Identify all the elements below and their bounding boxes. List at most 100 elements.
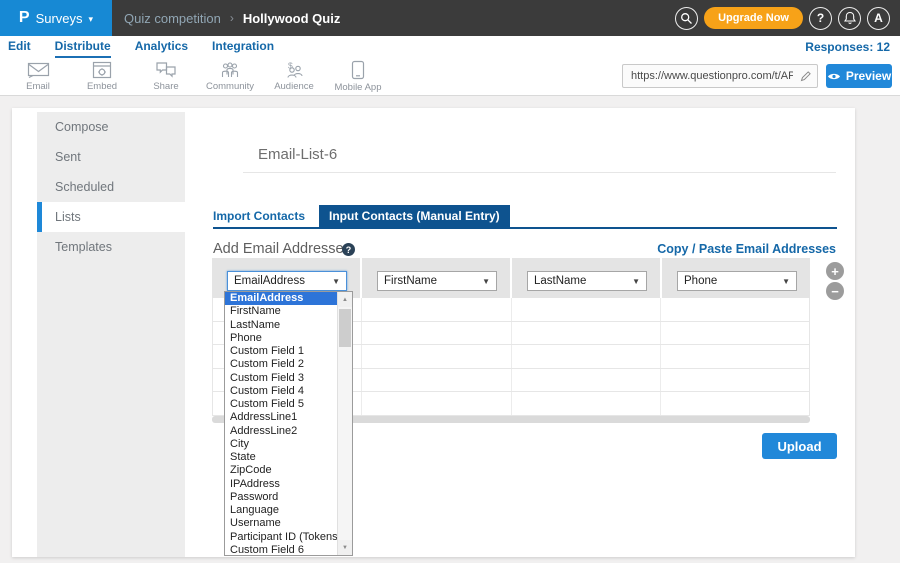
pencil-icon bbox=[800, 70, 812, 82]
upload-button[interactable]: Upload bbox=[762, 433, 837, 459]
dropdown-option[interactable]: Custom Field 4 bbox=[225, 385, 337, 398]
dropdown-option[interactable]: FirstName bbox=[225, 305, 337, 318]
channel-share-button[interactable]: Share bbox=[134, 58, 198, 95]
sidebar-item-scheduled[interactable]: Scheduled bbox=[37, 172, 185, 202]
select-caret-icon: ▼ bbox=[328, 277, 340, 286]
dropdown-option[interactable]: AddressLine2 bbox=[225, 425, 337, 438]
channel-label: Share bbox=[153, 81, 178, 92]
survey-url-box bbox=[622, 64, 818, 88]
sidebar-item-lists[interactable]: Lists bbox=[37, 202, 185, 232]
channel-mobile-app-button[interactable]: Mobile App bbox=[326, 58, 390, 95]
channel-label: Community bbox=[206, 81, 254, 92]
channel-community-button[interactable]: Community bbox=[198, 58, 262, 95]
entry-cell[interactable] bbox=[512, 369, 661, 392]
help-button[interactable]: ? bbox=[809, 7, 832, 30]
upgrade-now-button[interactable]: Upgrade Now bbox=[704, 7, 803, 29]
remove-row-button[interactable]: − bbox=[826, 282, 844, 300]
column-select-first-name[interactable]: FirstName ▼ bbox=[377, 271, 497, 291]
dropdown-option[interactable]: IPAddress bbox=[225, 478, 337, 491]
channel-label: Audience bbox=[274, 81, 314, 92]
share-icon bbox=[155, 61, 177, 79]
entry-cell[interactable] bbox=[362, 298, 511, 321]
dropdown-option[interactable]: ZipCode bbox=[225, 464, 337, 477]
surveys-menu-button[interactable]: P Surveys ▾ bbox=[0, 0, 112, 36]
content-card: Compose Sent Scheduled Lists Templates E… bbox=[12, 108, 855, 557]
column-select-email-address[interactable]: EmailAddress ▼ bbox=[227, 271, 347, 291]
search-icon bbox=[680, 12, 693, 25]
account-button[interactable]: A bbox=[867, 7, 890, 30]
entry-cell[interactable] bbox=[512, 298, 661, 321]
survey-url-input[interactable] bbox=[623, 70, 795, 82]
breadcrumb-folder[interactable]: Quiz competition bbox=[124, 11, 221, 26]
sidebar-item-templates[interactable]: Templates bbox=[37, 232, 185, 262]
community-icon bbox=[219, 61, 241, 79]
search-button[interactable] bbox=[675, 7, 698, 30]
scroll-down-arrow-icon[interactable]: ▼ bbox=[338, 540, 352, 555]
dropdown-option[interactable]: Custom Field 3 bbox=[225, 372, 337, 385]
nav-tab-integration[interactable]: Integration bbox=[212, 36, 274, 58]
channel-audience-button[interactable]: $ Audience bbox=[262, 58, 326, 95]
channel-label: Embed bbox=[87, 81, 117, 92]
dropdown-option[interactable]: Custom Field 1 bbox=[225, 345, 337, 358]
nav-tab-analytics[interactable]: Analytics bbox=[135, 36, 188, 58]
dropdown-option[interactable]: Phone bbox=[225, 332, 337, 345]
entry-cell[interactable] bbox=[362, 369, 511, 392]
entry-cell[interactable] bbox=[512, 322, 661, 345]
entry-cell[interactable] bbox=[362, 322, 511, 345]
entry-cell[interactable] bbox=[512, 345, 661, 368]
nav-tab-distribute[interactable]: Distribute bbox=[55, 36, 111, 58]
dropdown-scrollbar[interactable]: ▲ ▼ bbox=[337, 292, 352, 555]
dropdown-option[interactable]: City bbox=[225, 438, 337, 451]
breadcrumb-separator-icon: › bbox=[230, 11, 234, 25]
dropdown-option[interactable]: Custom Field 6 bbox=[225, 544, 337, 556]
column-select-last-name[interactable]: LastName ▼ bbox=[527, 271, 647, 291]
entry-cell[interactable] bbox=[661, 369, 809, 392]
entry-cell[interactable] bbox=[661, 392, 809, 415]
scrollbar-thumb[interactable] bbox=[339, 309, 351, 347]
audience-icon: $ bbox=[283, 61, 305, 79]
entry-cell[interactable] bbox=[362, 345, 511, 368]
entry-cell[interactable] bbox=[661, 345, 809, 368]
top-bar: P Surveys ▾ Quiz competition › Hollywood… bbox=[0, 0, 900, 36]
select-caret-icon: ▼ bbox=[478, 277, 490, 286]
tab-import-contacts[interactable]: Import Contacts bbox=[213, 205, 319, 227]
sidebar-item-compose[interactable]: Compose bbox=[37, 112, 185, 142]
edit-url-button[interactable] bbox=[795, 70, 817, 82]
scroll-up-arrow-icon[interactable]: ▲ bbox=[338, 292, 352, 307]
entry-cell[interactable] bbox=[661, 298, 809, 321]
channel-buttons: Email Embed Share Community $ Audience bbox=[6, 58, 390, 95]
dropdown-option[interactable]: Password bbox=[225, 491, 337, 504]
dropdown-option[interactable]: Custom Field 2 bbox=[225, 358, 337, 371]
channel-embed-button[interactable]: Embed bbox=[70, 58, 134, 95]
notifications-button[interactable] bbox=[838, 7, 861, 30]
dropdown-option[interactable]: Participant ID (Tokens) bbox=[225, 531, 337, 544]
embed-icon bbox=[92, 61, 112, 79]
breadcrumb-survey-name: Hollywood Quiz bbox=[243, 11, 341, 26]
dropdown-option[interactable]: Custom Field 5 bbox=[225, 398, 337, 411]
entry-cell[interactable] bbox=[661, 322, 809, 345]
select-caret-icon: ▼ bbox=[628, 277, 640, 286]
dropdown-option[interactable]: AddressLine1 bbox=[225, 411, 337, 424]
entry-cell[interactable] bbox=[362, 392, 511, 415]
responses-count[interactable]: Responses: 12 bbox=[805, 40, 890, 54]
dropdown-option[interactable]: State bbox=[225, 451, 337, 464]
tab-input-contacts-manual-entry[interactable]: Input Contacts (Manual Entry) bbox=[319, 205, 510, 227]
add-row-button[interactable]: + bbox=[826, 262, 844, 280]
select-value: LastName bbox=[534, 275, 586, 287]
surveys-label: Surveys bbox=[36, 11, 83, 26]
dropdown-option[interactable]: Language bbox=[225, 504, 337, 517]
channel-email-button[interactable]: Email bbox=[6, 58, 70, 95]
preview-button[interactable]: Preview bbox=[826, 64, 892, 88]
column-select-phone[interactable]: Phone ▼ bbox=[677, 271, 797, 291]
eye-icon bbox=[827, 72, 841, 81]
sidebar-item-sent[interactable]: Sent bbox=[37, 142, 185, 172]
dropdown-option[interactable]: Username bbox=[225, 517, 337, 530]
dropdown-option[interactable]: EmailAddress bbox=[225, 292, 337, 305]
help-tooltip-icon[interactable]: ? bbox=[342, 243, 355, 256]
nav-tab-edit[interactable]: Edit bbox=[8, 36, 31, 58]
dropdown-option[interactable]: LastName bbox=[225, 319, 337, 332]
entry-cell[interactable] bbox=[512, 392, 661, 415]
copy-paste-email-addresses-link[interactable]: Copy / Paste Email Addresses bbox=[657, 242, 836, 256]
column-header-cell: LastName ▼ bbox=[512, 258, 662, 298]
column-header-cell: Phone ▼ bbox=[662, 258, 810, 298]
